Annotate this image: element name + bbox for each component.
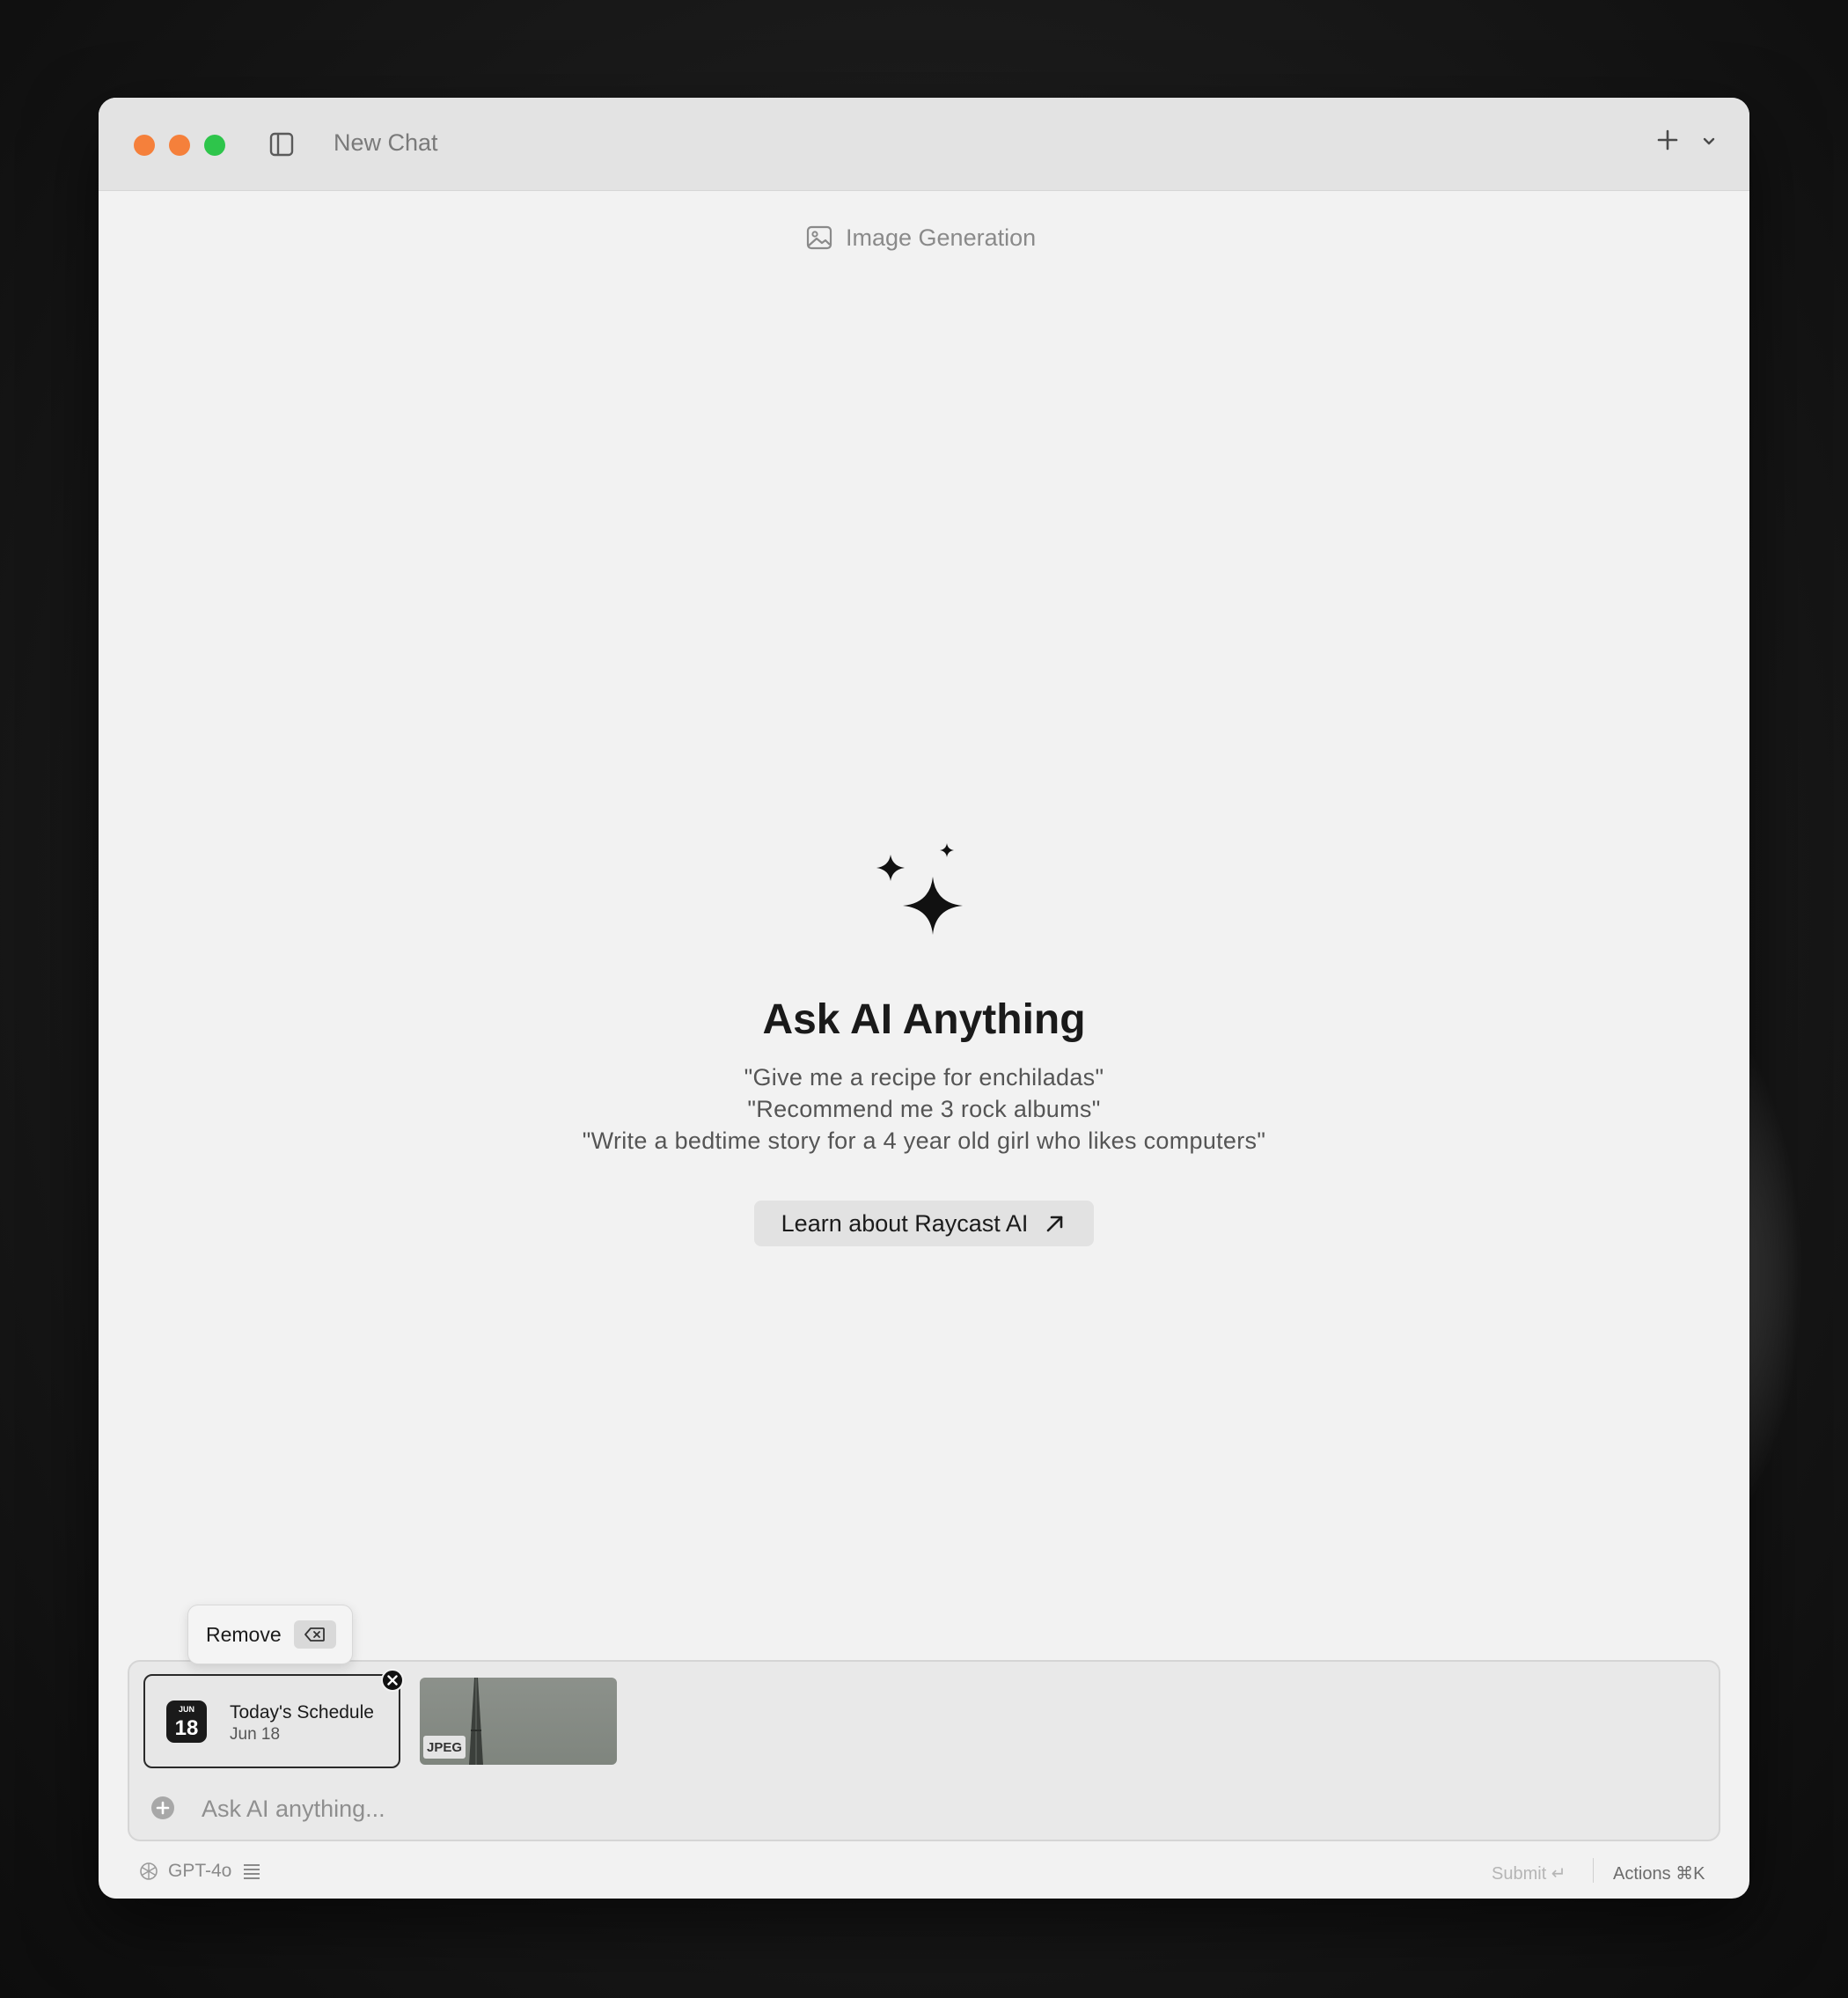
sparkles-icon (876, 843, 963, 935)
menu-lines-icon[interactable] (242, 1862, 261, 1881)
attachment-calendar[interactable]: JUN 18 Today's Schedule Jun 18 (143, 1674, 400, 1768)
actions-button[interactable]: Actions ⌘K (1613, 1862, 1705, 1884)
footer-divider (1593, 1858, 1594, 1883)
openai-icon (140, 1862, 158, 1880)
tower-image-thumbnail (469, 1678, 483, 1765)
minimize-button[interactable] (169, 135, 190, 156)
titlebar: New Chat (99, 98, 1749, 191)
ask-ai-input[interactable] (200, 1792, 1611, 1825)
mode-label: Image Generation (846, 224, 1037, 251)
empty-state-headline: Ask AI Anything (762, 996, 1086, 1043)
model-label: GPT-4o (168, 1861, 232, 1881)
delete-backward-icon (304, 1627, 325, 1642)
suggestion-3: "Write a bedtime story for a 4 year old … (582, 1128, 1266, 1154)
new-chat-plus-icon[interactable] (1654, 127, 1681, 153)
attachment-image[interactable]: JPEG (420, 1678, 617, 1765)
maximize-button[interactable] (204, 135, 225, 156)
learn-button-label: Learn about Raycast AI (781, 1209, 1029, 1237)
calendar-icon-month: JUN (179, 1705, 194, 1714)
submit-button[interactable]: Submit ↵ (1492, 1862, 1566, 1884)
delete-key-badge (293, 1620, 336, 1649)
sidebar-toggle-icon[interactable] (268, 131, 295, 158)
learn-about-raycast-ai-button[interactable]: Learn about Raycast AI (754, 1201, 1094, 1246)
chat-window: New Chat Image Generation Ask AI Anythin… (99, 98, 1749, 1899)
mode-indicator[interactable]: Image Generation (805, 220, 1036, 255)
attachment-title: Today's Schedule (230, 1702, 374, 1723)
remove-tooltip[interactable]: Remove (187, 1605, 353, 1664)
arrow-up-right-icon (1047, 1216, 1063, 1232)
composer: JUN 18 Today's Schedule Jun 18 JPEG (128, 1660, 1720, 1841)
attachment-subtitle: Jun 18 (230, 1725, 281, 1744)
image-icon (806, 225, 832, 250)
suggestion-2: "Recommend me 3 rock albums" (747, 1096, 1101, 1122)
suggestion-1: "Give me a recipe for enchiladas" (744, 1064, 1104, 1091)
calendar-icon: JUN 18 (166, 1701, 207, 1743)
jpeg-badge: JPEG (423, 1736, 466, 1759)
remove-attachment-icon[interactable] (381, 1669, 404, 1692)
calendar-icon-day: 18 (175, 1716, 199, 1740)
model-selector[interactable]: GPT-4o (138, 1861, 261, 1882)
add-attachment-icon[interactable] (150, 1796, 175, 1820)
window-title: New Chat (334, 129, 438, 156)
remove-label: Remove (206, 1622, 282, 1646)
close-button[interactable] (134, 135, 155, 156)
chevron-down-icon[interactable] (1700, 133, 1718, 151)
